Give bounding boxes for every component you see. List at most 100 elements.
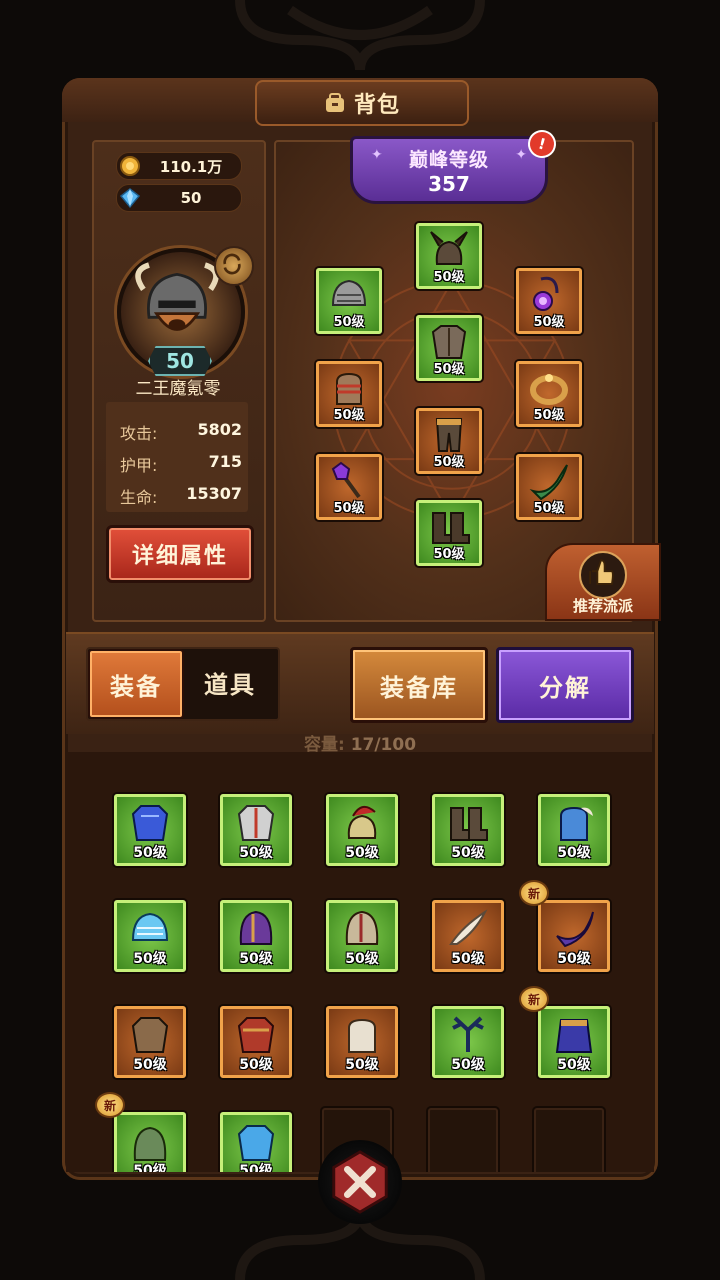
feather-quill-icon: [449, 909, 488, 945]
close-icon: [332, 1150, 388, 1214]
page-title: 背包: [353, 93, 400, 118]
slot-level: 50级: [333, 315, 365, 330]
title-plate: 背包: [255, 80, 469, 126]
stat-health-value: 15307: [186, 484, 242, 503]
inventory-item[interactable]: 50级: [326, 900, 398, 972]
player-name: 二王魔氪零: [135, 379, 221, 399]
close-button[interactable]: [318, 1140, 402, 1224]
item-level: 50级: [451, 845, 485, 861]
inventory-item[interactable]: 50级: [220, 900, 292, 972]
boots-icon: [432, 512, 470, 544]
gauntlet-icon: [336, 372, 362, 405]
equip-slot-boots[interactable]: 50级: [416, 500, 482, 566]
item-level: 50级: [239, 951, 273, 967]
bronze-chestplate-icon: [131, 1017, 169, 1053]
mace-icon: [331, 461, 361, 499]
slot-level: 50级: [433, 547, 465, 562]
inventory-grid: 50级 50级 50级 50级 50级 50级 50级 50级 50级 50级 …: [66, 752, 654, 1172]
stats-box: 攻击: 5802 护甲: 715 生命: 15307: [106, 402, 248, 512]
item-level: 50级: [451, 951, 485, 967]
horn-icon: [529, 464, 568, 501]
inventory-item[interactable]: 50级: [326, 1006, 398, 1078]
recommend-build-label: 推荐流派: [572, 597, 633, 615]
inventory-item[interactable]: 50级: [538, 900, 610, 972]
inventory-item[interactable]: 50级: [326, 794, 398, 866]
equip-slot-trinket[interactable]: 50级: [516, 454, 582, 520]
switch-hero-button[interactable]: [214, 246, 254, 286]
blue-gauntlet-icon: [560, 806, 593, 841]
equip-slot-gauntlet[interactable]: 50级: [316, 361, 382, 427]
white-glove-icon: [348, 1018, 376, 1053]
inventory-item[interactable]: 50级: [220, 1112, 292, 1172]
chest-armor-icon: [431, 325, 467, 359]
ice-shoulder-icon: [131, 912, 169, 941]
stat-health: 生命: 15307: [120, 484, 242, 508]
ring-icon: [530, 374, 568, 405]
slot-level: 50级: [433, 362, 465, 377]
inventory-item[interactable]: 50级: [432, 794, 504, 866]
peak-level-plate[interactable]: ✦ ✦ 巅峰等级 357: [350, 136, 548, 204]
pants-icon: [435, 418, 463, 452]
item-level: 50级: [557, 845, 591, 861]
inventory-item[interactable]: 50级: [432, 1006, 504, 1078]
equip-slot-chest[interactable]: 50级: [416, 315, 482, 381]
amulet-icon: [533, 276, 559, 311]
gold-value: 110.1万: [159, 157, 223, 176]
peak-level-label: 巅峰等级: [408, 148, 489, 171]
thumbs-up-icon: [579, 551, 627, 599]
decompose-button[interactable]: 分解: [496, 647, 634, 723]
item-level: 50级: [345, 845, 379, 861]
item-level: 50级: [133, 951, 167, 967]
dark-antler-icon: [452, 1016, 484, 1052]
recommend-build-button[interactable]: 推荐流派: [545, 543, 661, 621]
inventory-item[interactable]: 50级: [114, 900, 186, 972]
inventory-item[interactable]: 50级: [538, 794, 610, 866]
refresh-icon: [223, 253, 241, 275]
inventory-item[interactable]: 50级: [114, 1112, 186, 1172]
inventory-item[interactable]: 50级: [114, 794, 186, 866]
item-level: 50级: [345, 1057, 379, 1073]
green-helmet-icon: [133, 1126, 167, 1161]
thumbs-up-glyph: [589, 559, 614, 585]
item-level: 50级: [345, 951, 379, 967]
equip-slot-amulet[interactable]: 50级: [516, 268, 582, 334]
sparkle-icon: ✦: [371, 147, 383, 163]
equip-slot-shoulder[interactable]: 50级: [316, 268, 382, 334]
inventory-item[interactable]: 50级: [220, 1006, 292, 1078]
plumed-helmet-icon: [347, 805, 377, 839]
iron-helmet-icon: [345, 910, 379, 945]
equip-slot-pants[interactable]: 50级: [416, 408, 482, 474]
equip-slot-weapon[interactable]: 50级: [316, 454, 382, 520]
new-badge: 新: [519, 986, 549, 1012]
new-badge: 新: [95, 1092, 125, 1118]
detail-attributes-button[interactable]: 详细属性: [106, 525, 254, 583]
item-level: 50级: [239, 1057, 273, 1073]
inventory-item[interactable]: 50级: [432, 900, 504, 972]
tab-equipment[interactable]: 装备: [88, 649, 184, 719]
slot-level: 50级: [533, 315, 565, 330]
equipment-library-button[interactable]: 装备库: [350, 647, 488, 723]
shoulder-armor-icon: [331, 279, 367, 306]
blue-skirt-icon: [555, 1019, 593, 1053]
gold-coin-icon: [120, 156, 140, 176]
item-level: 50级: [239, 845, 273, 861]
gem-counter: 50: [116, 184, 242, 212]
empty-slot[interactable]: [534, 1108, 604, 1172]
gem-value: 50: [180, 189, 202, 207]
item-level: 50级: [451, 1057, 485, 1073]
blue-armor-icon: [131, 805, 169, 841]
crystal-armor-icon: [237, 1125, 275, 1161]
empty-slot[interactable]: [428, 1108, 498, 1172]
inventory-item[interactable]: 50级: [220, 794, 292, 866]
slot-level: 50级: [333, 408, 365, 423]
item-level: 50级: [133, 845, 167, 861]
spiked-boots-icon: [450, 807, 488, 841]
inventory-item[interactable]: 50级: [114, 1006, 186, 1078]
item-level: 50级: [133, 1163, 167, 1172]
tab-items[interactable]: 道具: [184, 649, 276, 715]
equip-slot-ring[interactable]: 50级: [516, 361, 582, 427]
inventory-item[interactable]: 50级: [538, 1006, 610, 1078]
bag-icon: [325, 93, 344, 112]
equip-slot-helmet[interactable]: 50级: [416, 223, 482, 289]
gem-icon: [119, 188, 141, 209]
